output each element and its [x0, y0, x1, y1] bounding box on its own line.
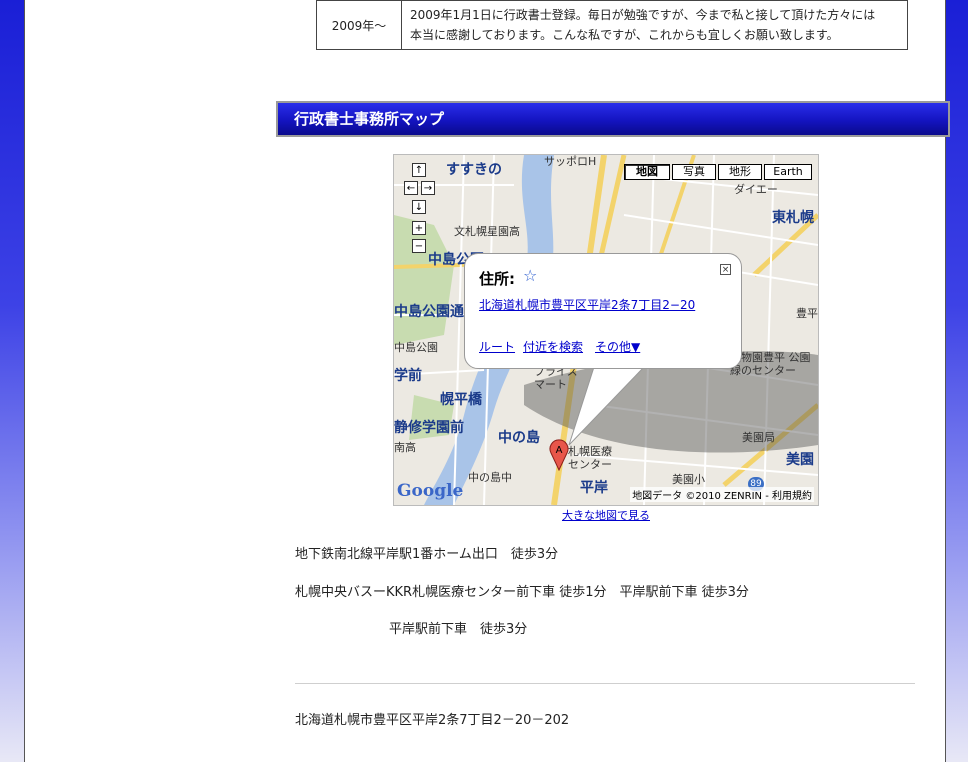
map-marker-icon[interactable]: A: [548, 437, 570, 471]
history-line-1: 2009年1月1日に行政書士登録。毎日が勉強ですが、今まで私と接して頂けた方々に…: [410, 8, 876, 22]
history-table: 2009年～ 2009年1月1日に行政書士登録。毎日が勉強ですが、今まで私と接し…: [316, 0, 908, 50]
map-label-nakajima-koen-small: 中島公園: [394, 341, 438, 354]
map-label-nakanoshima-chu: 中の島中: [468, 471, 512, 484]
search-nearby-link[interactable]: 付近を検索: [523, 338, 583, 355]
history-description: 2009年1月1日に行政書士登録。毎日が勉強ですが、今まで私と接して頂けた方々に…: [401, 0, 908, 50]
zoom-out-button[interactable]: −: [412, 239, 426, 253]
map-label-misono-sho: 美園小: [672, 473, 705, 486]
map-copyright: 地図データ ©2010 ZENRIN - 利用規約: [630, 487, 814, 502]
large-map-link[interactable]: 大きな地図で見る: [562, 507, 650, 523]
map-label-daiei: ダイエー: [734, 183, 778, 196]
map-label-higashi-sapporo: 東札幌: [772, 210, 814, 226]
divider: [295, 683, 915, 684]
map-label-shugakuen: 静修学園前: [394, 420, 464, 436]
map-label-sapporo-h: サッポロH: [544, 155, 597, 168]
map-label-nakajima-koen-dori: 中島公園通: [394, 304, 464, 320]
star-icon[interactable]: ☆: [523, 266, 537, 285]
access-bus: 札幌中央バスーKKR札幌医療センター前下車 徒歩1分 平岸駅前下車 徒歩3分: [295, 585, 749, 600]
pan-up-button[interactable]: ↑: [412, 163, 426, 177]
map-label-misonokyoku: 美園局: [742, 431, 775, 444]
map-label-iryo-center: 札幌医療 センター: [568, 445, 612, 471]
map-label-toyohira: 豊平: [796, 307, 818, 320]
close-icon[interactable]: ×: [720, 264, 731, 275]
access-subway: 地下鉄南北線平岸駅1番ホーム出口 徒歩3分: [295, 547, 559, 562]
map-label-hirakishi: 平岸: [580, 480, 608, 496]
map-label-ko: 学前: [394, 368, 422, 384]
more-options-link[interactable]: その他▼: [595, 338, 640, 355]
table-row: 2009年～ 2009年1月1日に行政書士登録。毎日が勉強ですが、今まで私と接し…: [316, 0, 908, 50]
access-bus-2: 平岸駅前下車 徒歩3分: [389, 622, 528, 637]
history-year: 2009年～: [316, 0, 402, 50]
map-label-bunsapporo: 文札幌星園高: [454, 225, 520, 238]
section-title: 行政書士事務所マップ: [276, 101, 950, 137]
map-type-photo-button[interactable]: 写真: [672, 164, 716, 180]
map-label-susukino: すすきの: [446, 162, 502, 178]
map-label-nakanoshima: 中の島: [498, 430, 540, 446]
pan-right-button[interactable]: →: [421, 181, 435, 195]
map-label-minamiko: 南高: [394, 441, 416, 454]
map-label-horohira: 幌平橋: [440, 392, 482, 408]
map-info-window: 住所: ☆ × 北海道札幌市豊平区平岸2条7丁目2−20 ルート 付近を検索 そ…: [464, 253, 742, 369]
map-type-map-button[interactable]: 地図: [624, 164, 670, 180]
embedded-map[interactable]: すすきの サッポロH ダイエー 東札幌 文札幌星園高 中島公園 中島公園通 中島…: [393, 154, 819, 506]
pan-left-button[interactable]: ←: [404, 181, 418, 195]
zoom-in-button[interactable]: +: [412, 221, 426, 235]
history-line-2: 本当に感謝しております。こんな私ですが、これからも宜しくお願い致します。: [410, 28, 839, 42]
map-type-terrain-button[interactable]: 地形: [718, 164, 762, 180]
info-title: 住所:: [479, 270, 515, 288]
map-label-misono: 美園: [786, 452, 814, 468]
pan-down-button[interactable]: ↓: [412, 200, 426, 214]
map-label-shokubutsu: 植物園豊平 公園緑のセンター: [730, 351, 811, 377]
marker-label: A: [556, 445, 563, 456]
content-page: 2009年～ 2009年1月1日に行政書士登録。毎日が勉強ですが、今まで私と接し…: [24, 0, 950, 762]
route-link[interactable]: ルート: [479, 338, 515, 355]
map-type-earth-button[interactable]: Earth: [764, 164, 812, 180]
office-address: 北海道札幌市豊平区平岸2条7丁目2－20－202: [295, 713, 570, 728]
info-address-link[interactable]: 北海道札幌市豊平区平岸2条7丁目2−20: [479, 296, 695, 313]
google-logo: Google: [397, 481, 464, 501]
